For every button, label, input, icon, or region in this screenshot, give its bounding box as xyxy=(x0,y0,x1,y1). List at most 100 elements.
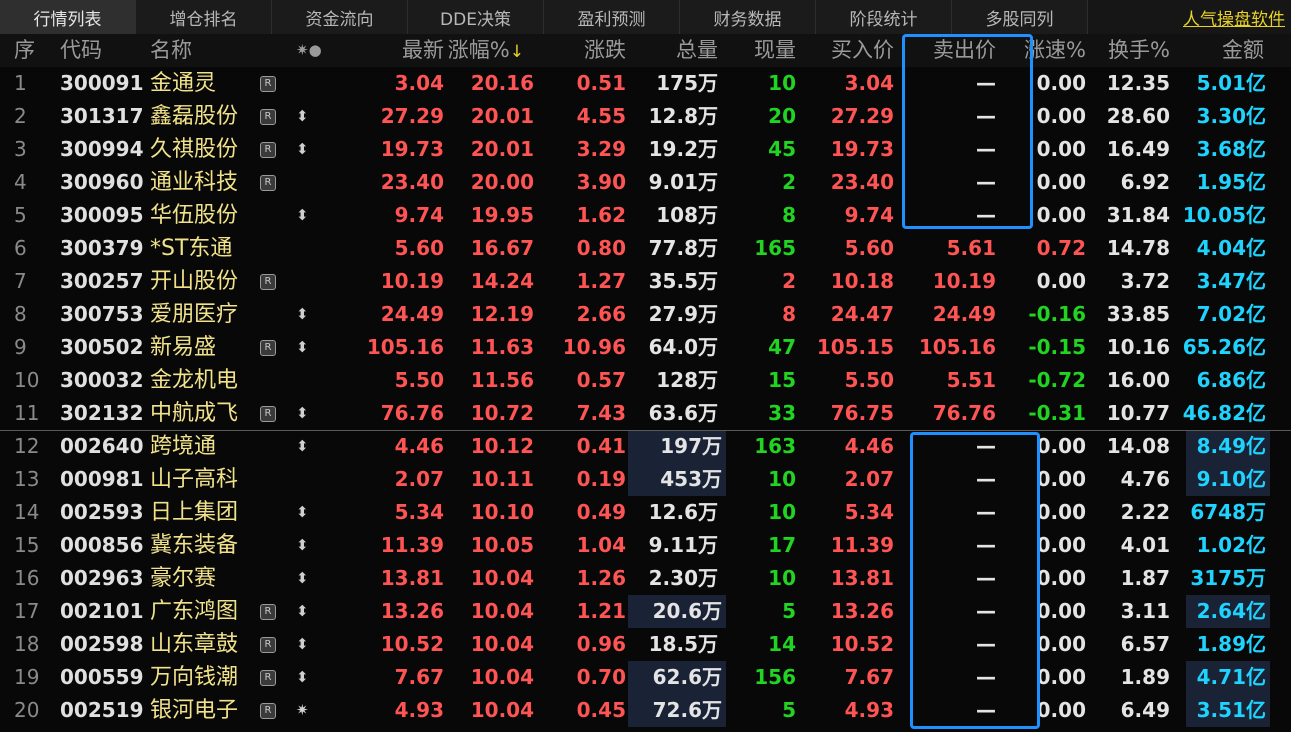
cell-turnover: 1.87 xyxy=(1120,566,1170,590)
cell-chg: 1.26 xyxy=(576,566,626,590)
cell-last: 7.67 xyxy=(394,665,444,689)
table-row[interactable]: 6 300379 *ST东通 5.60 16.67 0.80 77.8万 165 5.60 5.6… xyxy=(0,232,1291,265)
cell-last: 13.81 xyxy=(380,566,444,590)
cell-chg: 0.19 xyxy=(576,467,626,491)
cell-code: 301317 xyxy=(60,104,144,128)
promo-link[interactable]: 人气操盘软件 xyxy=(1101,0,1291,34)
cell-chg-pct: 10.04 xyxy=(470,698,534,722)
table-row[interactable]: 17 002101 广东鸿图 13.26 10.04 1.21 20.6万 5 13.26—0.… xyxy=(0,595,1291,628)
cell-speed: 0.00 xyxy=(1036,566,1086,590)
table-row[interactable]: 14 002593 日上集团 5.34 10.10 0.49 12.6万 10 5.34 — 0.0… xyxy=(0,496,1291,529)
col-speed[interactable]: 涨速% xyxy=(1002,34,1086,67)
cell-speed: -0.31 xyxy=(1028,401,1086,425)
tab-dde[interactable]: DDE决策 xyxy=(408,0,544,34)
tab-period-stats[interactable]: 阶段统计 xyxy=(816,0,952,34)
cell-bid: 10.18 xyxy=(830,269,894,293)
cell-cur-vol: 45 xyxy=(768,137,796,161)
cell-cur-vol: 2 xyxy=(782,269,796,293)
table-row[interactable]: 10 300032 金龙机电 5.50 11.56 0.57 128万 15 5.50 5.51 -… xyxy=(0,364,1291,397)
cell-chg: 10.96 xyxy=(562,335,626,359)
cell-turnover: 6.49 xyxy=(1120,698,1170,722)
cell-amount: 1.95亿 xyxy=(1196,170,1266,194)
col-bid[interactable]: 买入价 xyxy=(790,34,894,67)
table-row[interactable]: 9 300502 新易盛 105.16 11.63 10.96 64.0万 47 105.15 1… xyxy=(0,331,1291,364)
table-row[interactable]: 4 300960 通业科技 23.40 20.00 3.90 9.01万 2 23.40 — 0.0… xyxy=(0,166,1291,199)
cell-seq: 18 xyxy=(14,632,40,656)
cell-cur-vol: 8 xyxy=(782,203,796,227)
table-row[interactable]: 11 302132 中航成飞 76.76 10.72 7.43 63.6万 33 76.75 76… xyxy=(0,397,1291,430)
col-cur-vol[interactable]: 现量 xyxy=(712,34,796,67)
cell-seq: 8 xyxy=(14,302,27,326)
cell-cur-vol: 156 xyxy=(754,665,796,689)
table-row[interactable]: 7 300257 开山股份 10.19 14.24 1.27 35.5万 2 10.18 10.1… xyxy=(0,265,1291,298)
cell-turnover: 4.01 xyxy=(1120,533,1170,557)
cell-code: 300994 xyxy=(60,137,144,161)
table-row[interactable]: 8 300753 爱朋医疗 24.49 12.19 2.66 27.9万 8 24.47 24.4… xyxy=(0,298,1291,331)
cell-turnover: 28.60 xyxy=(1106,104,1170,128)
col-flag[interactable]: ✷● xyxy=(296,34,322,67)
updown-flag-icon: ⬍ xyxy=(296,140,309,158)
cell-chg: 1.27 xyxy=(576,269,626,293)
cell-cur-vol: 5 xyxy=(782,599,796,623)
table-row[interactable]: 19 000559 万向钱潮 7.67 10.04 0.70 62.6万 156 7.67—0.… xyxy=(0,661,1291,694)
tab-financial-data[interactable]: 财务数据 xyxy=(680,0,816,34)
cell-chg: 4.55 xyxy=(576,104,626,128)
table-row[interactable]: 12 002640 跨境通 4.46 10.12 0.41 197万 163 4.46—0.00… xyxy=(0,430,1291,463)
cell-code: 002519 xyxy=(60,698,144,722)
cell-bid: 11.39 xyxy=(830,533,894,557)
cell-chg: 7.43 xyxy=(576,401,626,425)
cell-volume: 63.6万 xyxy=(648,401,718,425)
cell-last: 4.93 xyxy=(394,698,444,722)
cell-chg-pct: 10.72 xyxy=(470,401,534,425)
cell-ask: — xyxy=(976,71,996,95)
cell-seq: 9 xyxy=(14,335,27,359)
table-row[interactable]: 1 300091 金通灵 3.04 20.16 0.51 175万 10 3.04 — 0.00 12… xyxy=(0,67,1291,100)
table-row[interactable]: 20 002519 银河电子 4.93 10.04 0.45 72.6万 5 4.93—0.00… xyxy=(0,694,1291,727)
cell-volume: 108万 xyxy=(656,203,718,227)
cell-cur-vol: 2 xyxy=(782,170,796,194)
cell-amount: 65.26亿 xyxy=(1182,335,1266,359)
table-row[interactable]: 3 300994 久祺股份 19.73 20.01 3.29 19.2万 45 19.73 — 0.… xyxy=(0,133,1291,166)
cell-last: 5.60 xyxy=(394,236,444,260)
col-code[interactable]: 代码 xyxy=(60,34,102,67)
col-seq[interactable]: 序 xyxy=(14,34,35,67)
cell-bid: 2.07 xyxy=(844,467,894,491)
cell-volume: 27.9万 xyxy=(648,302,718,326)
cell-last: 19.73 xyxy=(380,137,444,161)
cell-name: 山子高科 xyxy=(150,467,239,492)
tab-position-rank[interactable]: 增仓排名 xyxy=(136,0,272,34)
tab-quote-list[interactable]: 行情列表 xyxy=(0,0,136,34)
col-chg-pct[interactable]: 涨幅%↓ xyxy=(440,34,524,67)
cell-code: 000856 xyxy=(60,533,144,557)
margin-r-icon: R xyxy=(260,142,276,158)
col-last[interactable]: 最新 xyxy=(360,34,444,67)
cell-bid: 5.50 xyxy=(844,368,894,392)
col-chg[interactable]: 涨跌 xyxy=(542,34,626,67)
col-ask[interactable]: 卖出价 xyxy=(892,34,996,67)
cell-amount: 2.64亿 xyxy=(1186,595,1270,628)
cell-cur-vol: 165 xyxy=(754,236,796,260)
col-amount[interactable]: 金额 xyxy=(1180,34,1264,67)
col-turnover[interactable]: 换手% xyxy=(1086,34,1170,67)
table-row[interactable]: 16 002963 豪尔赛 13.81 10.04 1.26 2.30万 10 13.81 — 0.… xyxy=(0,562,1291,595)
cell-seq: 10 xyxy=(14,368,40,392)
col-name[interactable]: 名称 xyxy=(150,34,192,67)
table-row[interactable]: 13 000981 山子高科 2.07 10.11 0.19 453万 10 2.07—0.00… xyxy=(0,463,1291,496)
col-volume[interactable]: 总量 xyxy=(634,34,718,67)
table-row[interactable]: 15 000856 冀东装备 11.39 10.05 1.04 9.11万 17 11.39 — 0… xyxy=(0,529,1291,562)
cell-seq: 2 xyxy=(14,104,27,128)
tab-fund-flow[interactable]: 资金流向 xyxy=(272,0,408,34)
cell-speed: 0.00 xyxy=(1036,500,1086,524)
cell-last: 10.19 xyxy=(380,269,444,293)
tab-multi-stock[interactable]: 多股同列 xyxy=(952,0,1088,34)
table-row[interactable]: 18 002598 山东章鼓 10.52 10.04 0.96 18.5万 14 10.52 — 0… xyxy=(0,628,1291,661)
tab-profit-forecast[interactable]: 盈利预测 xyxy=(544,0,680,34)
cell-turnover: 14.78 xyxy=(1106,236,1170,260)
cell-bid: 24.47 xyxy=(830,302,894,326)
table-row[interactable]: 2 301317 鑫磊股份 27.29 20.01 4.55 12.8万 20 27.29 — 0.… xyxy=(0,100,1291,133)
cell-chg: 0.41 xyxy=(576,434,626,458)
cell-seq: 20 xyxy=(14,698,40,722)
cell-last: 9.74 xyxy=(394,203,444,227)
table-row[interactable]: 5 300095 华伍股份 9.74 19.95 1.62 108万 8 9.74 — 0.00 31… xyxy=(0,199,1291,232)
star-flag-icon: ✷ xyxy=(296,701,309,719)
